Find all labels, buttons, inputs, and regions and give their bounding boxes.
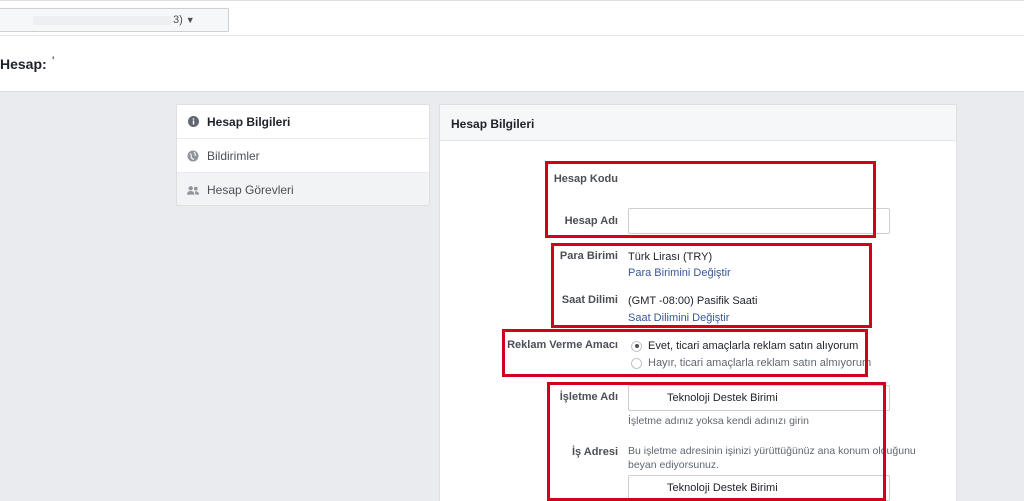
business-address-label: İş Adresi xyxy=(571,446,618,458)
radio-selected-icon[interactable] xyxy=(631,340,642,352)
panel-title: Hesap Bilgileri xyxy=(440,105,956,141)
page-title: Hesap: xyxy=(0,56,47,72)
sidebar-item-label: Bildirimler xyxy=(207,148,260,163)
timezone-value: (GMT -08:00) Pasifik Saati xyxy=(628,295,758,307)
business-name-input[interactable]: Teknoloji Destek Birimi xyxy=(628,385,890,411)
currency-value: Türk Lirası (TRY) xyxy=(628,251,713,263)
sidebar-item-account-roles[interactable]: Hesap Görevleri xyxy=(177,173,429,205)
ad-purpose-label: Reklam Verme Amacı xyxy=(507,339,618,351)
change-currency-link[interactable]: Para Birimini Değiştir xyxy=(628,267,731,279)
business-name-label: İşletme Adı xyxy=(559,391,618,403)
business-name-hint: İşletme adınız yoksa kendi adınızı girin xyxy=(628,415,809,427)
purpose-no-label: Hayır, ticari amaçlarla reklam satın alm… xyxy=(648,357,872,369)
globe-icon xyxy=(187,150,199,162)
sidebar-item-label: Hesap Görevleri xyxy=(207,183,294,197)
business-address-input[interactable]: Teknoloji Destek Birimi xyxy=(628,475,890,501)
people-icon xyxy=(187,184,199,196)
currency-label: Para Birimi xyxy=(559,250,618,262)
change-timezone-link[interactable]: Saat Dilimini Değiştir xyxy=(628,312,729,324)
account-name-redacted xyxy=(33,15,171,25)
chevron-down-icon: ▼ xyxy=(185,15,195,25)
account-id-label: Hesap Kodu xyxy=(553,173,618,185)
purpose-no-option[interactable]: Hayır, ticari amaçlarla reklam satın alm… xyxy=(631,357,871,369)
page-title-suffix: ' xyxy=(52,54,55,68)
purpose-yes-label: Evet, ticari amaçlarla reklam satın alıy… xyxy=(648,340,859,352)
top-bar: 3) ▼ xyxy=(0,0,1024,36)
timezone-label: Saat Dilimi xyxy=(561,294,618,306)
page-header: Hesap: ' xyxy=(0,36,1024,92)
business-address-hint: Bu işletme adresinin işinizi yürüttüğünü… xyxy=(628,445,916,471)
account-name-label: Hesap Adı xyxy=(564,215,618,227)
sidebar-item-notifications[interactable]: Bildirimler xyxy=(177,139,429,173)
info-icon xyxy=(187,116,199,128)
settings-sidebar: Hesap Bilgileri Bildirimler Hesap Görevl… xyxy=(176,104,430,206)
sidebar-item-account-info[interactable]: Hesap Bilgileri xyxy=(177,105,429,139)
account-name-input[interactable] xyxy=(628,208,890,234)
purpose-yes-option[interactable]: Evet, ticari amaçlarla reklam satın alıy… xyxy=(631,340,858,352)
account-selector-dropdown[interactable]: 3) ▼ xyxy=(0,8,229,32)
sidebar-item-label: Hesap Bilgileri xyxy=(207,114,291,129)
radio-unselected-icon[interactable] xyxy=(631,357,642,369)
account-selector-suffix: 3) xyxy=(173,14,183,26)
